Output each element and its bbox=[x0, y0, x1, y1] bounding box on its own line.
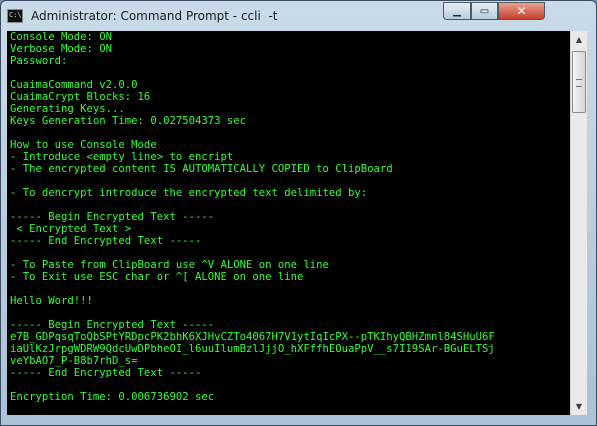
arrow-down-icon: ▼ bbox=[575, 402, 583, 411]
title-bar[interactable]: C:\ Administrator: Command Prompt - ccli… bbox=[1, 1, 596, 32]
scroll-down-button[interactable]: ▼ bbox=[571, 398, 587, 415]
console-output-area[interactable]: Console Mode: ON Verbose Mode: ON Passwo… bbox=[7, 31, 570, 415]
console-line: How to use Console Mode bbox=[10, 139, 157, 151]
console-line: - Introduce <empty line> to encript bbox=[10, 151, 234, 163]
console-text: Console Mode: ON Verbose Mode: ON Passwo… bbox=[10, 31, 495, 415]
console-line: Keys Generation Time: 0.027504373 sec bbox=[10, 115, 246, 127]
console-line: ----- End Encrypted Text ----- bbox=[10, 367, 202, 379]
close-icon: ✕ bbox=[516, 4, 527, 18]
console-line: CuaimaCommand v2.0.0 bbox=[10, 79, 138, 91]
console-line: Encryption Time: 0.006736902 sec bbox=[10, 391, 215, 403]
console-line: - To Paste from ClipBoard use ^V ALONE o… bbox=[10, 259, 329, 271]
grip-icon bbox=[576, 79, 582, 87]
console-line: - The encrypted content IS AUTOMATICALLY… bbox=[10, 163, 393, 175]
console-line: < Encrypted Text > bbox=[10, 223, 132, 235]
console-line: Console Mode: ON bbox=[10, 31, 113, 43]
window-bottom-border bbox=[1, 415, 596, 426]
console-line: ----- End Encrypted Text ----- bbox=[10, 235, 202, 247]
console-line: - To dencrypt introduce the encrypted te… bbox=[10, 187, 368, 199]
minimize-button[interactable]: ▁ bbox=[443, 2, 471, 20]
console-line: veYbAO7_P-B8b7rhD_s= bbox=[10, 355, 138, 367]
vertical-scrollbar[interactable]: ▲ ▼ bbox=[570, 31, 587, 415]
maximize-icon: ▭ bbox=[479, 5, 490, 17]
minimize-icon: ▁ bbox=[453, 5, 461, 17]
console-app-icon-label: C:\ bbox=[9, 11, 22, 19]
maximize-button[interactable]: ▭ bbox=[471, 2, 498, 20]
close-button[interactable]: ✕ bbox=[498, 2, 545, 20]
console-line: Password: bbox=[10, 55, 68, 67]
scroll-up-button[interactable]: ▲ bbox=[571, 31, 587, 48]
console-line: Verbose Mode: ON bbox=[10, 43, 113, 55]
arrow-up-icon: ▲ bbox=[575, 35, 583, 44]
console-line: e7B_GDPqsqToQbSPtYRDpcPK2bhK6XJHvCZTo406… bbox=[10, 331, 495, 343]
command-prompt-window: C:\ Administrator: Command Prompt - ccli… bbox=[0, 0, 597, 426]
console-line: CuaimaCrypt Blocks: 16 bbox=[10, 91, 151, 103]
console-line: ----- Begin Encrypted Text ----- bbox=[10, 319, 215, 331]
scrollbar-thumb[interactable] bbox=[572, 51, 586, 113]
console-line: Generating Keys... bbox=[10, 103, 125, 115]
console-line: ----- Begin Encrypted Text ----- bbox=[10, 211, 215, 223]
console-app-icon[interactable]: C:\ bbox=[7, 9, 23, 23]
console-line: Hello Word!!! bbox=[10, 295, 93, 307]
console-line: iaUlKzJrpgWDRW9QdcUwDPbheOI_l6uuIlumBzlJ… bbox=[10, 343, 495, 355]
console-line: - To Exit use ESC char or ^[ ALONE on on… bbox=[10, 271, 304, 283]
window-title: Administrator: Command Prompt - ccli -t bbox=[31, 9, 278, 23]
